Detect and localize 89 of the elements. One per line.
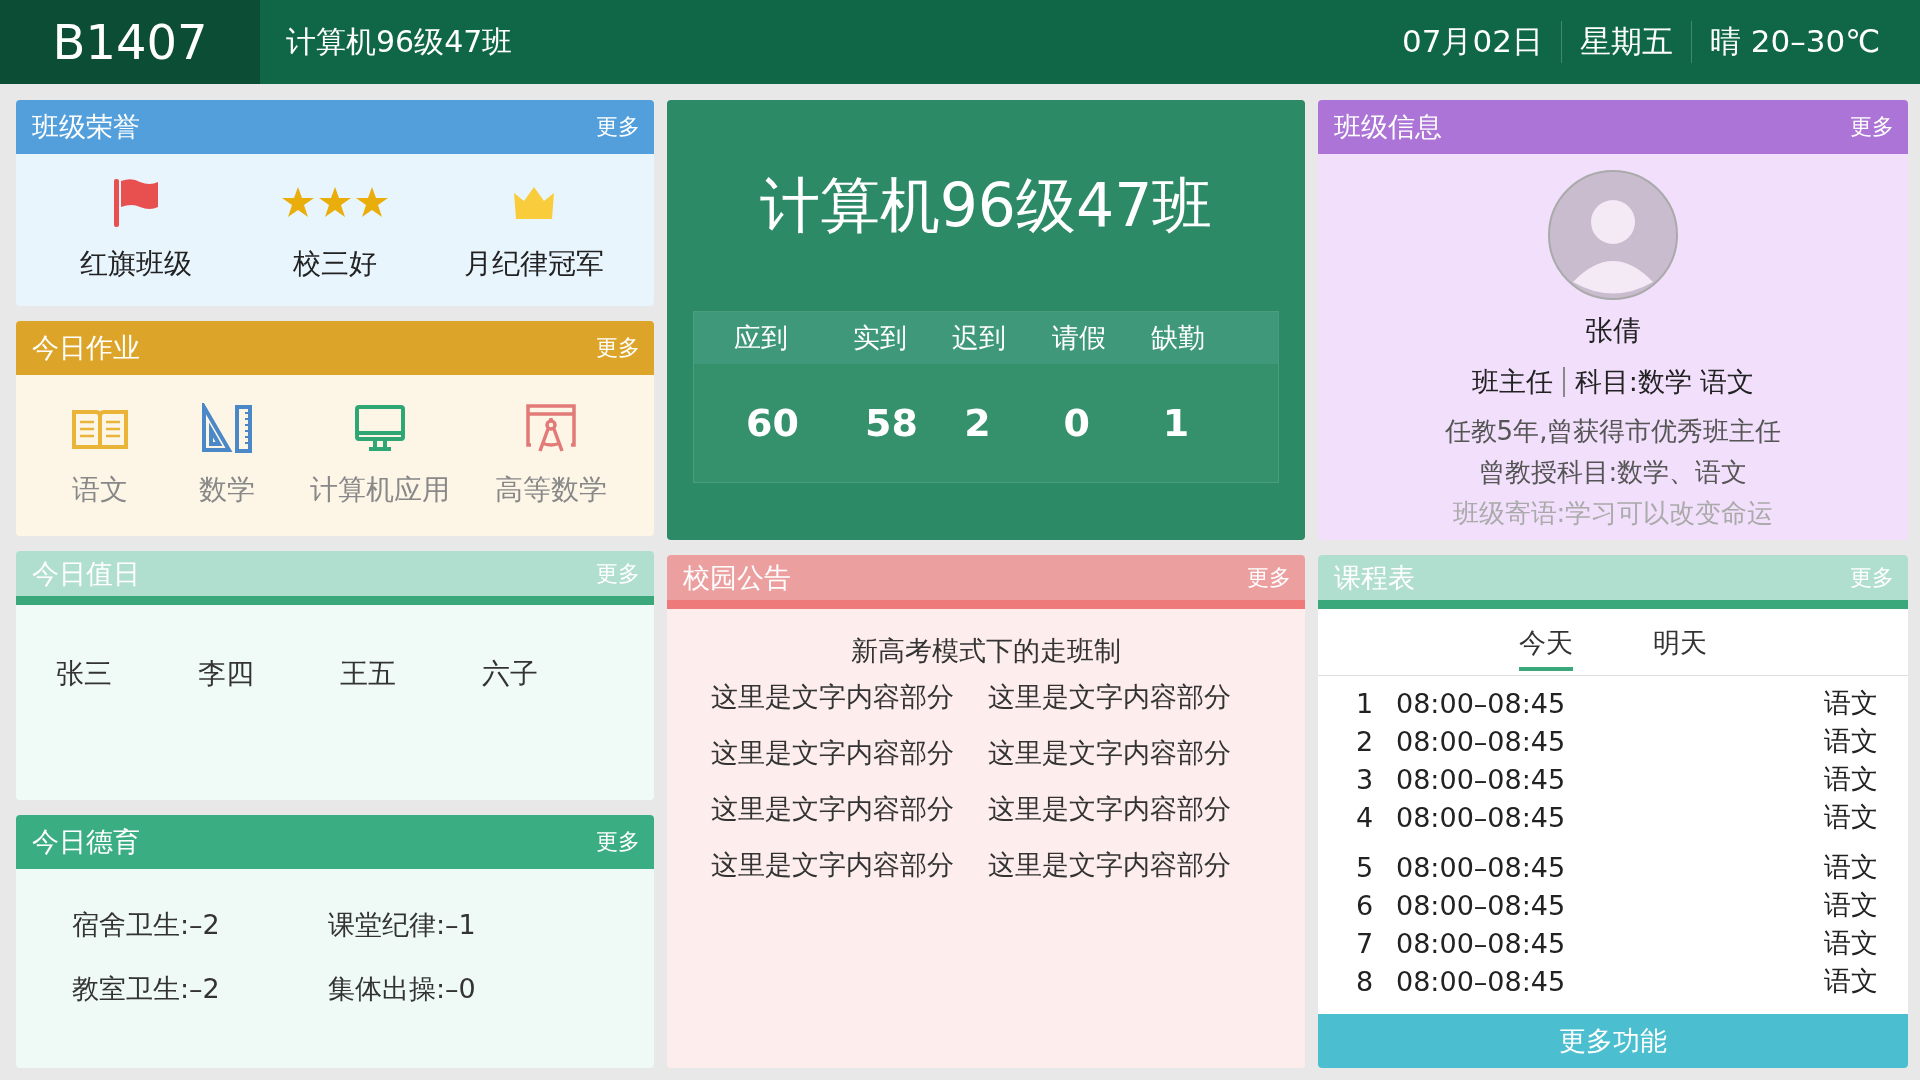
period-number: 4 — [1356, 801, 1375, 833]
more-link[interactable]: 更多 — [596, 558, 640, 589]
period-time: 08:00–08:45 — [1396, 763, 1567, 795]
day-tab[interactable]: 今天 — [1519, 623, 1573, 671]
announcement-text: 这里是文字内容部分 — [988, 792, 1232, 826]
subject-label: 数学 — [198, 471, 255, 508]
weekday-text: 星期五 — [1560, 21, 1691, 63]
honor-label: 红旗班级 — [79, 246, 192, 282]
card-title: 今日值日 — [32, 556, 140, 591]
card-title: 校园公告 — [683, 560, 791, 595]
period-number: 2 — [1356, 725, 1375, 757]
period-number: 7 — [1356, 927, 1375, 959]
teacher-bio-text: 曾教授科目:数学、语文 — [1478, 456, 1748, 489]
card-title: 今日德育 — [32, 825, 140, 859]
teacher-name: 张倩 — [1585, 313, 1641, 349]
subject-label: 计算机应用 — [309, 471, 450, 508]
period-subject: 语文 — [1824, 686, 1878, 720]
teacher-bio-text: 班级寄语:学习可以改变命运 — [1452, 497, 1774, 530]
period-subject: 语文 — [1824, 724, 1878, 758]
announcement-text: 这里是文字内容部分 — [711, 736, 955, 770]
subject-label: 语文 — [71, 471, 128, 508]
announcement-text: 这里是文字内容部分 — [988, 848, 1232, 882]
period-time: 08:00–08:45 — [1396, 851, 1567, 883]
subject-label: 高等数学 — [495, 471, 608, 508]
attendance-label: 请假 — [1051, 321, 1107, 355]
score-text: 教室卫生:–2 — [72, 972, 221, 1006]
attendance-label: 缺勤 — [1150, 321, 1206, 355]
attendance-label: 迟到 — [952, 321, 1008, 355]
more-functions-button[interactable]: 更多功能 — [1318, 1014, 1908, 1068]
period-time: 08:00–08:45 — [1396, 725, 1567, 757]
attendance-label: 应到 — [734, 321, 789, 355]
period-subject: 语文 — [1824, 964, 1878, 998]
period-subject: 语文 — [1824, 926, 1878, 960]
ruler-triangle-icon — [200, 402, 253, 455]
student-name: 李四 — [198, 656, 255, 692]
announcement-text: 这里是文字内容部分 — [988, 680, 1232, 714]
more-link[interactable]: 更多 — [596, 112, 640, 142]
attendance-count: 1 — [1161, 401, 1191, 445]
period-time: 08:00–08:45 — [1396, 927, 1567, 959]
period-time: 08:00–08:45 — [1396, 965, 1567, 997]
room-number: B1407 — [0, 0, 260, 84]
period-time: 08:00–08:45 — [1396, 687, 1567, 719]
announcement-text: 这里是文字内容部分 — [988, 736, 1232, 770]
period-number: 5 — [1356, 851, 1375, 883]
card-title: 今日作业 — [32, 331, 140, 365]
period-number: 3 — [1356, 763, 1375, 795]
attendance-count: 0 — [1062, 401, 1091, 445]
period-number: 8 — [1356, 965, 1375, 997]
student-name: 王五 — [340, 656, 397, 692]
card-title: 班级荣誉 — [32, 110, 140, 144]
honor-label: 校三好 — [293, 246, 377, 282]
period-time: 08:00–08:45 — [1396, 801, 1567, 833]
period-subject: 语文 — [1824, 850, 1878, 884]
attendance-label: 实到 — [853, 321, 909, 355]
period-time: 08:00–08:45 — [1396, 889, 1567, 921]
class-name: 计算机96级47班 — [285, 22, 514, 61]
more-link[interactable]: 更多 — [1850, 562, 1894, 593]
period-subject: 语文 — [1824, 800, 1878, 834]
announcement-headline: 新高考模式下的走班制 — [850, 634, 1122, 668]
class-name-title: 计算机96级47班 — [759, 169, 1213, 242]
attendance-count: 58 — [864, 401, 919, 445]
period-number: 6 — [1356, 889, 1375, 921]
announcement-text: 这里是文字内容部分 — [711, 848, 955, 882]
attendance-count: 2 — [963, 401, 992, 445]
student-name: 六子 — [482, 656, 539, 692]
teacher-subjects: 科目:数学 语文 — [1574, 365, 1755, 399]
score-text: 宿舍卫生:–2 — [72, 908, 221, 942]
teacher-role: 班主任 — [1471, 365, 1553, 399]
card-title: 课程表 — [1334, 560, 1415, 595]
student-name: 张三 — [56, 656, 113, 692]
day-tab[interactable]: 明天 — [1653, 623, 1707, 671]
score-text: 课堂纪律:–1 — [328, 908, 477, 942]
more-link[interactable]: 更多 — [1247, 562, 1291, 593]
teacher-bio-text: 任教5年,曾获得市优秀班主任 — [1444, 415, 1782, 448]
announcement-text: 这里是文字内容部分 — [711, 792, 955, 826]
more-link[interactable]: 更多 — [596, 827, 640, 857]
period-subject: 语文 — [1824, 762, 1878, 796]
announcement-text: 这里是文字内容部分 — [711, 680, 955, 714]
drafting-compass-icon — [525, 402, 578, 455]
weather-text: 晴 20–30℃ — [1690, 21, 1898, 63]
period-subject: 语文 — [1824, 888, 1878, 922]
honor-label: 月纪律冠军 — [464, 246, 605, 282]
more-link[interactable]: 更多 — [1850, 112, 1894, 142]
score-text: 集体出操:–0 — [328, 972, 477, 1006]
more-link[interactable]: 更多 — [596, 333, 640, 363]
card-title: 班级信息 — [1334, 110, 1442, 144]
date-text: 07月02日 — [1401, 22, 1544, 61]
period-number: 1 — [1356, 687, 1375, 719]
attendance-count: 60 — [745, 401, 800, 445]
